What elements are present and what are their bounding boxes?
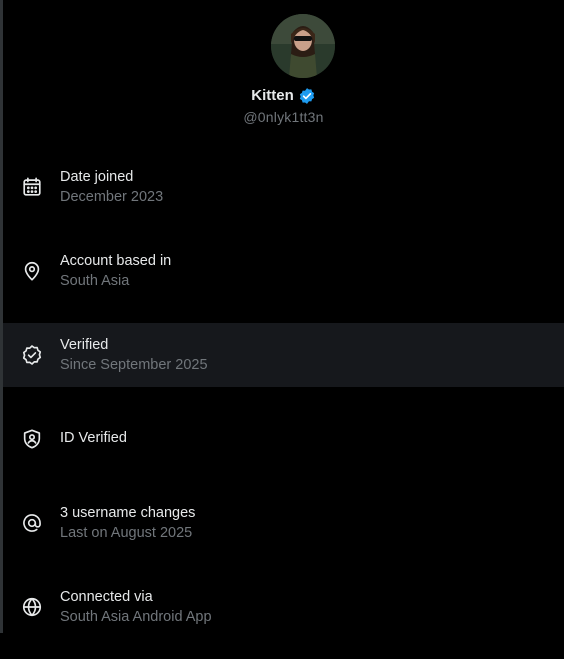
about-account-list: Date joined December 2023 Account based …: [3, 155, 564, 659]
display-name: Kitten: [251, 87, 294, 104]
info-subtitle: Last on August 2025: [60, 525, 193, 541]
verified-badge-icon: [298, 87, 316, 105]
name-row: Kitten: [3, 86, 564, 106]
verified-check-icon: [21, 344, 43, 366]
info-text: Date joined December 2023: [60, 168, 163, 207]
info-subtitle: Since September 2025: [60, 357, 208, 373]
info-row-id-verified[interactable]: ID Verified: [3, 407, 564, 471]
info-title: Verified: [60, 337, 109, 353]
info-row-date-joined[interactable]: Date joined December 2023: [3, 155, 564, 219]
info-text: ID Verified: [60, 429, 127, 448]
info-title: Connected via: [60, 589, 153, 605]
profile-header: Kitten @0nlyk1tt3n: [3, 0, 564, 140]
info-title: 3 username changes: [60, 505, 196, 521]
id-shield-icon: [21, 428, 43, 450]
info-text: Connected via South Asia Android App: [60, 588, 212, 627]
info-title: Account based in: [60, 253, 172, 269]
info-row-connected-via[interactable]: Connected via South Asia Android App: [3, 575, 564, 639]
user-handle: @0nlyk1tt3n: [243, 109, 324, 125]
location-pin-icon: [21, 260, 43, 282]
info-title: Date joined: [60, 169, 134, 185]
info-subtitle: South Asia: [60, 273, 130, 289]
avatar[interactable]: [271, 14, 335, 78]
info-subtitle: South Asia Android App: [60, 609, 212, 625]
info-row-account-location[interactable]: Account based in South Asia: [3, 239, 564, 303]
info-text: Account based in South Asia: [60, 252, 171, 291]
info-text: 3 username changes Last on August 2025: [60, 504, 195, 543]
info-title: ID Verified: [60, 430, 127, 446]
at-sign-icon: [21, 512, 43, 534]
info-subtitle: December 2023: [60, 189, 164, 205]
info-row-username-changes[interactable]: 3 username changes Last on August 2025: [3, 491, 564, 555]
globe-icon: [21, 596, 43, 618]
calendar-icon: [21, 176, 43, 198]
info-row-verified[interactable]: Verified Since September 2025: [3, 323, 564, 387]
info-text: Verified Since September 2025: [60, 336, 208, 375]
